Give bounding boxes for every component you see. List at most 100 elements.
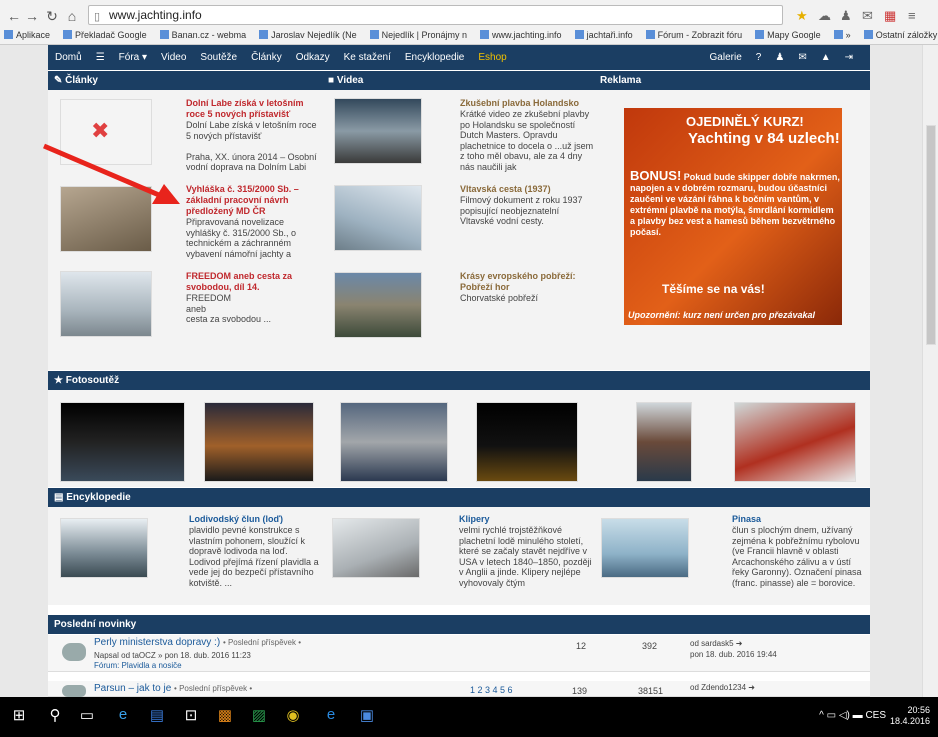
contest-photo-4[interactable] xyxy=(476,402,578,482)
nav-item[interactable]: Domů xyxy=(55,45,82,70)
back-icon[interactable]: ← xyxy=(6,8,22,24)
extension-icon[interactable]: ✉ xyxy=(862,8,873,24)
nav-item[interactable]: Fóra ▾ xyxy=(119,45,147,70)
encyclopedia-thumb-1[interactable] xyxy=(60,518,148,578)
encyclopedia-thumb-3[interactable] xyxy=(601,518,689,578)
chrome-icon[interactable]: ◉ xyxy=(282,706,304,724)
article-title-1[interactable]: Dolní Labe získá v letošním roce 5 novýc… xyxy=(186,98,316,120)
store-icon[interactable]: ⊡ xyxy=(180,706,202,724)
news-row-2-title[interactable]: Parsun – jak to je • Poslední příspěvek … xyxy=(94,683,252,694)
video-title-1[interactable]: Zkušební plavba Holandsko xyxy=(460,98,595,109)
video-title-2[interactable]: Vltavská cesta (1937) xyxy=(460,184,595,195)
contest-photo-5[interactable] xyxy=(636,402,692,482)
scrollbar-thumb[interactable] xyxy=(926,125,936,345)
bookmark-item[interactable]: Nejedlík | Pronájmy n xyxy=(366,27,467,43)
news-row-2-views: 38151 xyxy=(638,686,664,696)
nav-item[interactable]: ☰ xyxy=(96,45,105,70)
outlook-icon[interactable]: ▩ xyxy=(214,706,236,724)
video-thumb-1[interactable] xyxy=(334,98,422,164)
windows-start-icon[interactable]: ⊞ xyxy=(8,706,30,724)
topic-icon xyxy=(62,685,86,697)
video-title-3[interactable]: Krásy evropského pobřeží: Pobřeží hor xyxy=(460,271,595,293)
encyclopedia-title-1[interactable]: Lodivodský člun (loď) xyxy=(189,514,319,525)
bookmark-label: Mapy Google xyxy=(767,30,821,40)
article-thumb-3[interactable] xyxy=(60,271,152,337)
user-icon[interactable]: ♟ xyxy=(840,8,852,24)
contest-photo-3[interactable] xyxy=(340,402,448,482)
nav-item[interactable]: Články xyxy=(251,45,282,70)
home-icon[interactable]: ⌂ xyxy=(64,8,80,24)
bookmark-item[interactable]: Ostatní záložky xyxy=(860,27,937,43)
article-title-2[interactable]: Vyhláška č. 315/2000 Sb. – základní prac… xyxy=(186,184,316,217)
nav-item[interactable]: Soutěže xyxy=(200,45,237,70)
menu-icon[interactable]: ≡ xyxy=(908,8,916,23)
encyclopedia-title-3[interactable]: Pinasa xyxy=(732,514,862,525)
system-tray[interactable]: ^ ▭ ◁) ▬ CES xyxy=(819,710,886,721)
bookmark-label: Jaroslav Nejedlík (Ne xyxy=(271,30,357,40)
bookmark-item[interactable]: » xyxy=(830,27,851,43)
save-app-icon[interactable]: ▣ xyxy=(356,706,378,724)
nav-right-item[interactable]: ? xyxy=(756,45,762,70)
bookmark-item[interactable]: jachtaři.info xyxy=(571,27,633,43)
flag-icon[interactable]: ▦ xyxy=(884,8,896,24)
bookmark-item[interactable]: Překladač Google xyxy=(59,27,147,43)
ad-note: Upozornění: kurz není určen pro přezávak… xyxy=(628,310,816,320)
encyclopedia-title-2[interactable]: Klipery xyxy=(459,514,589,525)
top-navigation: Domů ☰ Fóra ▾ Video Soutěže Články Odkazy Ke st… xyxy=(48,45,870,70)
bookmark-item[interactable]: Fórum - Zobrazit fóru xyxy=(642,27,743,43)
cloud-icon[interactable]: ☁ xyxy=(818,8,831,24)
forward-icon[interactable]: → xyxy=(24,8,40,24)
news-row-1-last-by[interactable]: od sardask5 ➜ xyxy=(690,639,743,648)
news-row-2-last-by[interactable]: od Zdendo1234 ➜ xyxy=(690,683,755,692)
clock-date: 18.4.2016 xyxy=(889,716,930,726)
nav-right-item[interactable]: Galerie xyxy=(710,45,742,70)
news-row-1-title-text[interactable]: Perly ministerstva dopravy :) xyxy=(94,637,220,648)
contest-photo-1[interactable] xyxy=(60,402,185,482)
nav-right-item[interactable]: ✉ xyxy=(798,45,806,70)
ie-icon[interactable]: e xyxy=(320,706,342,723)
ad-banner[interactable]: OJEDINĚLÝ KURZ! Yachting v 84 uzlech! BO… xyxy=(624,108,842,325)
nav-item[interactable]: Ke stažení xyxy=(344,45,391,70)
encyclopedia-thumb-2[interactable] xyxy=(332,518,420,578)
language-indicator[interactable]: CES xyxy=(865,710,886,721)
search-icon[interactable]: ⚲ xyxy=(44,706,66,724)
edge-icon[interactable]: e xyxy=(112,706,134,723)
bookmark-icon xyxy=(480,30,490,39)
video-thumb-2[interactable] xyxy=(334,185,422,251)
news-row-1-forum[interactable]: Fórum: Plavidla a nosiče xyxy=(94,661,182,670)
photos-icon[interactable]: ▨ xyxy=(248,706,270,724)
bookmark-item[interactable]: Aplikace xyxy=(0,27,50,43)
photo-contest-heading: ★ Fotosoutěž xyxy=(54,375,120,386)
nav-right-item[interactable]: ⇥ xyxy=(845,45,853,70)
explorer-icon[interactable]: ▤ xyxy=(146,706,168,724)
bookmark-label: Fórum - Zobrazit fóru xyxy=(657,30,743,40)
article-title-3[interactable]: FREEDOM aneb cesta za svobodou, díl 14. xyxy=(186,271,316,293)
videos-heading: ■ Videa xyxy=(328,75,364,86)
news-row-2[interactable]: Parsun – jak to je • Poslední příspěvek … xyxy=(48,681,870,697)
bookmark-item[interactable]: Mapy Google xyxy=(751,27,821,43)
contest-photo-2[interactable] xyxy=(204,402,314,482)
video-thumb-3[interactable] xyxy=(334,272,422,338)
arrow-shaft xyxy=(43,143,167,201)
contest-photo-6[interactable] xyxy=(734,402,856,482)
nav-item[interactable]: Encyklopedie xyxy=(405,45,464,70)
news-row-1-title[interactable]: Perly ministerstva dopravy :) • Poslední… xyxy=(94,637,301,648)
bookmark-item[interactable]: www.jachting.info xyxy=(476,27,562,43)
bookmark-item[interactable]: Jaroslav Nejedlík (Ne xyxy=(255,27,357,43)
news-row-2-pages[interactable]: 1 2 3 4 5 6 xyxy=(470,685,513,695)
task-view-icon[interactable]: ▭ xyxy=(76,706,98,724)
star-icon[interactable]: ★ xyxy=(796,8,808,24)
clock[interactable]: 20:56 18.4.2016 xyxy=(890,705,930,727)
nav-right-item[interactable]: ▲ xyxy=(821,45,831,70)
scrollbar[interactable] xyxy=(922,45,938,697)
nav-item[interactable]: Odkazy xyxy=(296,45,330,70)
address-bar[interactable]: ▯ www.jachting.info xyxy=(88,5,783,25)
news-row-2-title-text[interactable]: Parsun – jak to je xyxy=(94,683,171,694)
nav-item[interactable]: Eshop xyxy=(478,45,506,70)
news-row-1[interactable]: Perly ministerstva dopravy :) • Poslední… xyxy=(48,635,870,672)
clock-time: 20:56 xyxy=(907,705,930,715)
nav-right-item[interactable]: ♟ xyxy=(775,45,784,70)
reload-icon[interactable]: ↻ xyxy=(44,8,60,25)
nav-item[interactable]: Video xyxy=(161,45,186,70)
bookmark-item[interactable]: Banan.cz - webma xyxy=(156,27,246,43)
